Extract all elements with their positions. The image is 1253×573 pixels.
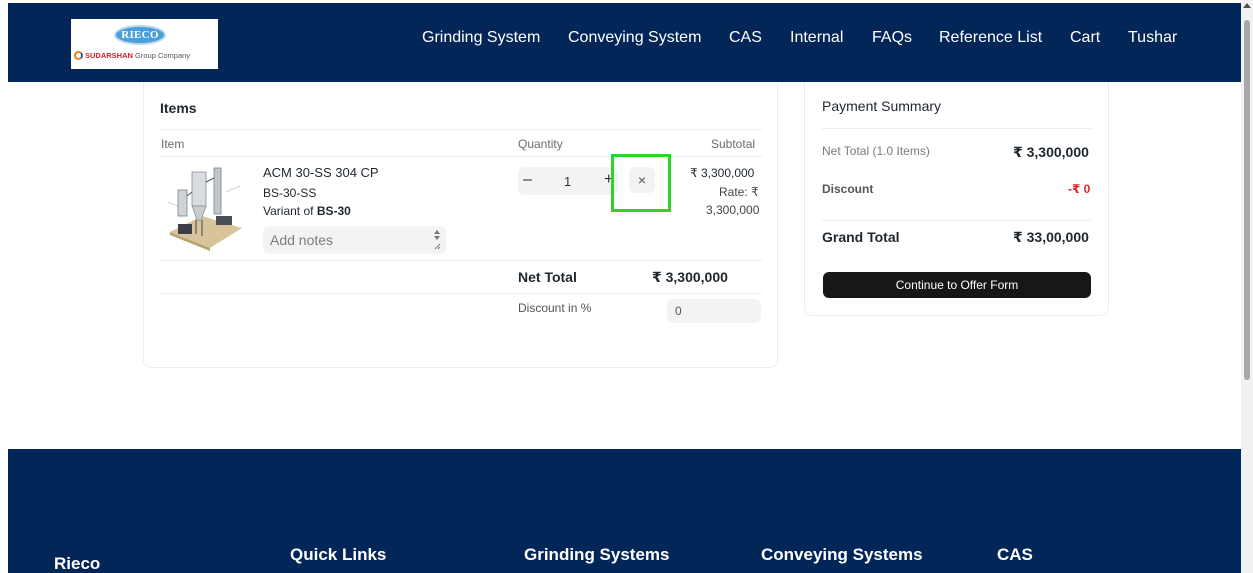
footer-heading-grinding-systems: Grinding Systems	[524, 545, 670, 564]
top-navbar: RIECO SUDARSHAN Group Company Grinding S…	[8, 3, 1241, 82]
footer-heading-quick-links: Quick Links	[290, 545, 387, 564]
product-image	[167, 167, 242, 251]
logo-brand: SUDARSHAN	[85, 51, 133, 60]
quantity-value[interactable]: 1	[564, 174, 571, 189]
summary-discount-label: Discount	[822, 182, 874, 196]
net-total-value: ₹ 3,300,000	[652, 269, 728, 285]
col-subtotal-header: Subtotal	[711, 137, 756, 151]
nav-cart[interactable]: Cart	[1070, 29, 1100, 47]
site-footer: Rieco Quick Links Grinding Systems Conve…	[8, 449, 1241, 573]
summary-discount-value: -₹ 0	[1068, 182, 1091, 196]
logo-wordmark: RIECO	[114, 25, 166, 45]
scroll-up-arrow-icon[interactable]	[1243, 3, 1251, 8]
items-card: Items Item Quantity Subtotal ACM 30-SS 3…	[143, 82, 778, 368]
net-total-label: Net Total	[518, 269, 577, 285]
nav-reference-list[interactable]: Reference List	[939, 29, 1042, 47]
grand-total-value: ₹ 33,00,000	[1013, 229, 1089, 245]
col-quantity-header: Quantity	[518, 137, 563, 151]
variant-link[interactable]: BS-30	[317, 204, 351, 218]
footer-heading-rieco: Rieco	[54, 554, 101, 573]
items-title: Items	[160, 100, 197, 116]
product-code: BS-30-SS	[263, 186, 317, 200]
payment-summary-card: Payment Summary Net Total (1.0 Items) ₹ …	[804, 82, 1109, 316]
nav-conveying-system[interactable]: Conveying System	[568, 29, 701, 47]
item-rate-value: 3,300,000	[706, 203, 760, 217]
sudarshan-swirl-icon	[74, 51, 83, 60]
resize-handle-icon	[434, 230, 441, 250]
continue-to-offer-form-button[interactable]: Continue to Offer Form	[823, 272, 1091, 298]
product-name: ACM 30-SS 304 CP	[263, 165, 379, 180]
discount-percent-label: Discount in %	[518, 301, 592, 315]
product-variant: Variant of BS-30	[263, 204, 351, 218]
discount-percent-input[interactable]: 0	[667, 299, 761, 323]
nav-internal[interactable]: Internal	[790, 29, 843, 47]
add-notes-input[interactable]: Add notes	[263, 226, 446, 254]
item-rate-label: Rate: ₹	[719, 185, 759, 199]
quantity-stepper: – 1 +	[518, 167, 618, 195]
logo-tagline: Group Company	[135, 51, 191, 60]
col-item-header: Item	[161, 137, 185, 151]
highlight-box	[611, 154, 671, 212]
item-subtotal: ₹ 3,300,000	[690, 166, 755, 180]
payment-summary-title: Payment Summary	[822, 98, 942, 114]
nav-cas[interactable]: CAS	[729, 29, 762, 47]
summary-net-total-label: Net Total (1.0 Items)	[822, 144, 930, 158]
decrease-quantity-button[interactable]: –	[523, 171, 532, 189]
grand-total-label: Grand Total	[822, 229, 900, 245]
nav-user-tushar[interactable]: Tushar	[1128, 29, 1177, 47]
footer-heading-conveying-systems: Conveying Systems	[761, 545, 923, 564]
nav-grinding-system[interactable]: Grinding System	[422, 29, 540, 47]
nav-faqs[interactable]: FAQs	[872, 29, 912, 47]
footer-heading-cas: CAS	[997, 545, 1033, 564]
page-scrollbar[interactable]	[1241, 0, 1253, 573]
rieco-logo[interactable]: RIECO SUDARSHAN Group Company	[71, 19, 218, 69]
summary-net-total-value: ₹ 3,300,000	[1013, 144, 1089, 160]
scrollbar-thumb[interactable]	[1244, 20, 1250, 380]
